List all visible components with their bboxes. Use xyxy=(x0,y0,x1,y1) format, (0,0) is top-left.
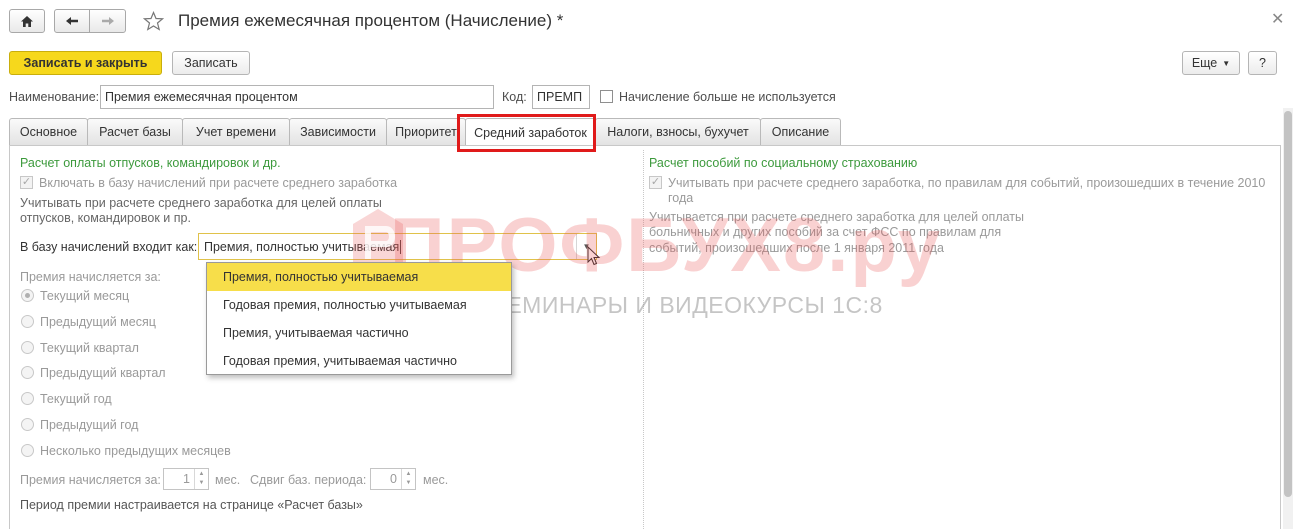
help-button[interactable]: ? xyxy=(1248,51,1277,75)
base-type-dropdown: Премия, полностью учитываемая Годовая пр… xyxy=(206,262,512,375)
right-section-title: Расчет пособий по социальному страховани… xyxy=(649,156,918,170)
include-in-base-checkbox[interactable]: ✓ xyxy=(20,176,33,189)
left-hint-line1: Учитывать при расчете среднего заработка… xyxy=(20,196,382,210)
consider-2010-label-line2: года xyxy=(668,191,694,205)
save-and-close-button[interactable]: Записать и закрыть xyxy=(9,51,162,75)
tab-dependencies[interactable]: Зависимости xyxy=(289,118,387,145)
code-input[interactable]: ПРЕМП xyxy=(532,85,590,109)
radio-current-month[interactable] xyxy=(21,289,34,302)
close-icon[interactable]: ✕ xyxy=(1271,9,1284,29)
shift-value: 0 xyxy=(390,472,397,486)
radio-current-quarter-label: Текущий квартал xyxy=(40,341,139,355)
window-title: Премия ежемесячная процентом (Начисление… xyxy=(178,11,564,30)
radio-current-year[interactable] xyxy=(21,392,34,405)
tab-taxes[interactable]: Налоги, взносы, бухучет xyxy=(595,118,761,145)
radio-previous-year-label: Предыдущий год xyxy=(40,418,139,432)
tab-priority[interactable]: Приоритет xyxy=(386,118,466,145)
code-label: Код: xyxy=(502,90,527,104)
radio-current-quarter[interactable] xyxy=(21,341,34,354)
chevron-down-icon: ▼ xyxy=(1222,58,1231,68)
left-hint-line2: отпусков, командировок и пр. xyxy=(20,211,191,225)
tab-main[interactable]: Основное xyxy=(9,118,88,145)
forward-button[interactable] xyxy=(89,9,126,33)
home-icon xyxy=(21,15,33,27)
text-cursor xyxy=(400,239,402,254)
not-used-checkbox[interactable] xyxy=(600,90,613,103)
radio-previous-quarter-label: Предыдущий квартал xyxy=(40,366,166,380)
dropdown-item[interactable]: Годовая премия, полностью учитываемая xyxy=(207,291,511,319)
radio-several-months[interactable] xyxy=(21,444,34,457)
tab-bar: Основное Расчет базы Учет времени Зависи… xyxy=(9,118,841,146)
not-used-label: Начисление больше не используется xyxy=(619,90,836,104)
arrow-left-icon xyxy=(66,17,78,25)
right-hint-line1: Учитывается при расчете среднего заработ… xyxy=(649,210,1024,224)
favorite-star-icon[interactable] xyxy=(143,11,164,31)
base-type-select[interactable]: Премия, полностью учитываемая ▼ xyxy=(198,233,597,260)
shift-label: Сдвиг баз. периода: xyxy=(250,473,367,487)
period-label: Премия начисляется за: xyxy=(20,473,161,487)
save-button[interactable]: Записать xyxy=(172,51,250,75)
name-label: Наименование: xyxy=(9,90,100,104)
period-unit: мес. xyxy=(215,473,241,487)
consider-2010-checkbox[interactable]: ✓ xyxy=(649,176,662,189)
dropdown-item[interactable]: Премия, учитываемая частично xyxy=(207,319,511,347)
stepper-arrows[interactable]: ▲ ▼ xyxy=(401,469,415,489)
period-value: 1 xyxy=(183,472,190,486)
base-type-label: В базу начислений входит как: xyxy=(20,240,198,254)
column-divider xyxy=(643,150,644,529)
dropdown-item[interactable]: Годовая премия, учитываемая частично xyxy=(207,347,511,375)
period-footer-note: Период премии настраивается на странице … xyxy=(20,498,363,512)
home-button[interactable] xyxy=(9,9,45,33)
back-button[interactable] xyxy=(54,9,90,33)
more-button[interactable]: Еще ▼ xyxy=(1182,51,1240,75)
radio-current-year-label: Текущий год xyxy=(40,392,112,406)
dropdown-item[interactable]: Премия, полностью учитываемая xyxy=(207,263,511,291)
radio-previous-month[interactable] xyxy=(21,315,34,328)
radio-previous-year[interactable] xyxy=(21,418,34,431)
base-type-value: Премия, полностью учитываемая xyxy=(204,239,400,254)
include-in-base-label: Включать в базу начислений при расчете с… xyxy=(39,176,398,190)
right-hint-line3: событий, произошедших после 1 января 201… xyxy=(649,241,944,255)
consider-2010-label-line1: Учитывать при расчете среднего заработка… xyxy=(668,176,1266,190)
name-input[interactable]: Премия ежемесячная процентом xyxy=(100,85,494,109)
right-hint-line2: больничных и других пособий за счет ФСС … xyxy=(649,225,1002,239)
tab-highlight-frame xyxy=(457,114,596,152)
stepper-arrows[interactable]: ▲ ▼ xyxy=(194,469,208,489)
period-stepper[interactable]: 1 ▲ ▼ xyxy=(163,468,209,490)
arrow-right-icon xyxy=(101,17,114,25)
radio-several-months-label: Несколько предыдущих месяцев xyxy=(40,444,231,458)
mouse-cursor-icon xyxy=(587,246,601,266)
left-section-title: Расчет оплаты отпусков, командировок и д… xyxy=(20,156,281,170)
tab-description[interactable]: Описание xyxy=(760,118,841,145)
tab-base-calculation[interactable]: Расчет базы xyxy=(87,118,183,145)
shift-unit: мес. xyxy=(423,473,449,487)
more-button-label: Еще xyxy=(1191,56,1218,70)
radio-current-month-label: Текущий месяц xyxy=(40,289,130,303)
shift-stepper[interactable]: 0 ▲ ▼ xyxy=(370,468,416,490)
tab-time-accounting[interactable]: Учет времени xyxy=(182,118,290,145)
radio-previous-quarter[interactable] xyxy=(21,366,34,379)
accrued-for-label: Премия начисляется за: xyxy=(20,270,161,284)
scrollbar-thumb[interactable] xyxy=(1284,111,1292,497)
radio-previous-month-label: Предыдущий месяц xyxy=(40,315,156,329)
